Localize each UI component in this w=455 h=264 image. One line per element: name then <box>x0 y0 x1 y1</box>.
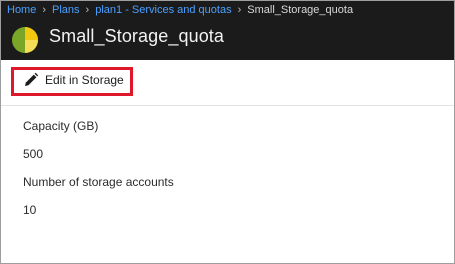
breadcrumb-current: Small_Storage_quota <box>247 3 354 16</box>
breadcrumb: Home › Plans › plan1 - Services and quot… <box>7 1 353 18</box>
storage-accounts-label: Number of storage accounts <box>23 175 174 189</box>
edit-in-storage-button[interactable]: Edit in Storage <box>23 69 124 91</box>
quota-blade: Home › Plans › plan1 - Services and quot… <box>0 0 455 264</box>
storage-accounts-value: 10 <box>23 203 37 217</box>
pencil-icon <box>25 72 39 86</box>
breadcrumb-plan-link[interactable]: plan1 - Services and quotas <box>95 4 231 16</box>
capacity-value: 500 <box>23 147 44 161</box>
command-bar: Edit in Storage <box>1 60 454 106</box>
edit-in-storage-label: Edit in Storage <box>45 73 124 87</box>
blade-header: Home › Plans › plan1 - Services and quot… <box>1 1 454 60</box>
quota-details: Capacity (GB) 500 Number of storage acco… <box>23 119 174 218</box>
breadcrumb-home-link[interactable]: Home <box>7 4 36 16</box>
page-title: Small_Storage_quota <box>49 25 225 46</box>
chevron-right-icon: › <box>42 3 47 16</box>
capacity-label: Capacity (GB) <box>23 119 99 133</box>
quota-pie-icon <box>12 27 38 53</box>
breadcrumb-plans-link[interactable]: Plans <box>52 4 80 16</box>
chevron-right-icon: › <box>237 3 242 16</box>
chevron-right-icon: › <box>85 3 90 16</box>
title-row: Small_Storage_quota <box>11 22 224 54</box>
